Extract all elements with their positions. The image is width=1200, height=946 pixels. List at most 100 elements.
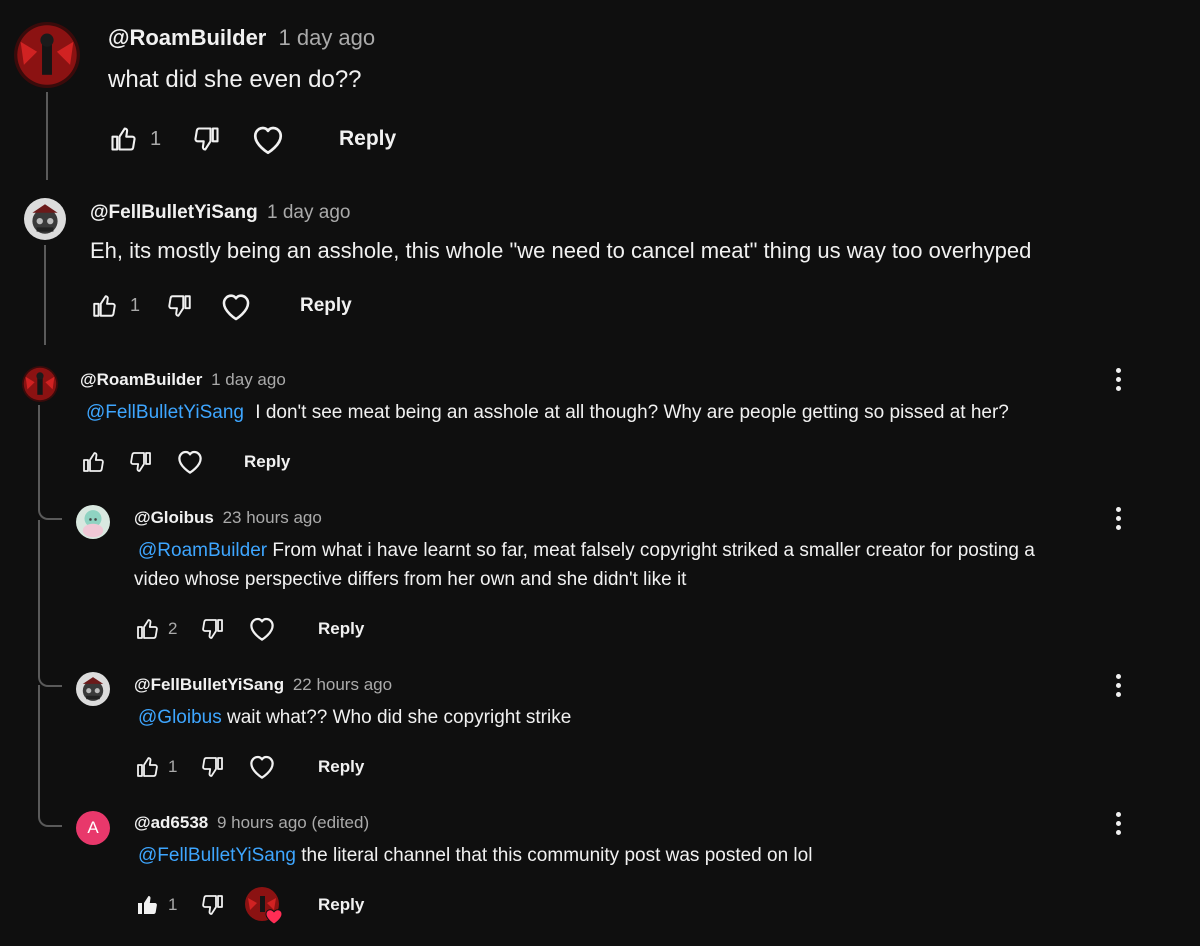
thread-branch-1 — [38, 500, 62, 520]
thumbs-up-icon — [135, 617, 159, 641]
roambuilder-avatar-icon — [14, 22, 80, 88]
gloibus-avatar-icon — [76, 505, 110, 539]
thread-branch-3 — [38, 805, 62, 827]
thumbs-down-icon — [193, 125, 221, 153]
like-count: 1 — [168, 895, 178, 914]
dislike-button[interactable] — [166, 292, 194, 320]
like-count: 2 — [168, 619, 178, 638]
mention-link[interactable]: @FellBulletYiSang — [86, 402, 244, 423]
comment-header: @ad6538 9 hours ago (edited) — [134, 813, 369, 833]
dislike-button[interactable] — [200, 754, 226, 780]
heart-button[interactable] — [174, 446, 206, 478]
thumbs-up-icon — [109, 125, 137, 153]
dislike-button[interactable] — [200, 892, 226, 918]
avatar-letter: A — [87, 818, 99, 837]
heart-button[interactable] — [246, 613, 278, 645]
comment-header: @FellBulletYiSang 1 day ago — [90, 202, 350, 224]
comment-text-line-2: video whose perspective differs from her… — [134, 569, 687, 590]
like-button[interactable] — [80, 449, 106, 475]
creator-heart-avatar-icon — [245, 887, 283, 925]
mention-link[interactable]: @RoamBuilder — [138, 540, 267, 561]
fellbullet-avatar-icon — [76, 672, 110, 706]
thumbs-down-icon — [201, 893, 225, 917]
heart-button[interactable] — [246, 751, 278, 783]
thumbs-up-filled-icon — [135, 893, 159, 917]
heart-button[interactable] — [250, 122, 286, 158]
author-name[interactable]: @ad6538 — [134, 813, 208, 832]
reply-button[interactable]: Reply — [318, 619, 364, 639]
reply-button[interactable]: Reply — [300, 295, 352, 317]
timestamp[interactable]: 22 hours ago — [293, 675, 392, 694]
thread-line-5 — [38, 685, 40, 810]
thread-line-3 — [38, 405, 40, 510]
thread-branch-2 — [38, 665, 62, 687]
author-name[interactable]: @RoamBuilder — [80, 370, 202, 389]
avatar[interactable]: A — [76, 811, 110, 845]
like-button[interactable] — [90, 292, 118, 320]
heart-icon — [250, 122, 286, 158]
timestamp[interactable]: 1 day ago — [279, 25, 376, 50]
comment-text: Eh, its mostly being an asshole, this wh… — [90, 238, 1032, 263]
like-button-active[interactable] — [134, 892, 160, 918]
thread-line-4 — [38, 520, 40, 670]
comment-text: @FellBulletYiSang I don't see meat being… — [86, 402, 1009, 424]
avatar[interactable] — [14, 22, 80, 88]
more-vert-icon[interactable] — [1108, 674, 1128, 697]
more-vert-icon[interactable] — [1108, 812, 1128, 835]
mention-link[interactable]: @FellBulletYiSang — [138, 845, 296, 866]
like-count: 1 — [150, 128, 162, 150]
avatar[interactable] — [24, 198, 66, 240]
avatar[interactable] — [76, 505, 110, 539]
author-name[interactable]: @FellBulletYiSang — [90, 202, 258, 223]
comment-body: From what i have learnt so far, meat fal… — [272, 540, 1035, 561]
reply-button[interactable]: Reply — [339, 127, 396, 151]
like-button[interactable] — [108, 124, 138, 154]
comment-text-line-1: @RoamBuilder From what i have learnt so … — [138, 540, 1035, 562]
thumbs-down-icon — [129, 450, 153, 474]
comment-header: @RoamBuilder 1 day ago — [108, 25, 375, 51]
dislike-button[interactable] — [192, 124, 222, 154]
author-name[interactable]: @Gloibus — [134, 508, 214, 527]
mention-link[interactable]: @Gloibus — [138, 707, 222, 728]
thumbs-up-icon — [91, 293, 117, 319]
timestamp[interactable]: 23 hours ago — [223, 508, 322, 527]
heart-icon — [175, 447, 205, 477]
like-button[interactable] — [134, 616, 160, 642]
comment-text: what did she even do?? — [108, 66, 362, 93]
timestamp[interactable]: 9 hours ago (edited) — [217, 813, 369, 832]
like-button[interactable] — [134, 754, 160, 780]
timestamp[interactable]: 1 day ago — [267, 202, 350, 223]
thumbs-down-icon — [167, 293, 193, 319]
comment-text: @Gloibus wait what?? Who did she copyrig… — [138, 707, 571, 729]
avatar[interactable] — [76, 672, 110, 706]
dislike-button[interactable] — [128, 449, 154, 475]
timestamp[interactable]: 1 day ago — [211, 370, 286, 389]
reply-button[interactable]: Reply — [318, 757, 364, 777]
thumbs-up-icon — [135, 755, 159, 779]
comment-header: @RoamBuilder 1 day ago — [80, 370, 286, 390]
reply-button[interactable]: Reply — [318, 895, 364, 915]
thumbs-down-icon — [201, 755, 225, 779]
heart-icon — [247, 752, 277, 782]
heart-icon — [219, 290, 253, 324]
thumbs-up-icon — [81, 450, 105, 474]
comment-text: @FellBulletYiSang the literal channel th… — [138, 845, 812, 867]
more-vert-icon[interactable] — [1108, 368, 1128, 391]
thread-line-1 — [46, 92, 48, 180]
comment-header: @FellBulletYiSang 22 hours ago — [134, 675, 392, 695]
author-name[interactable]: @FellBulletYiSang — [134, 675, 284, 694]
author-name[interactable]: @RoamBuilder — [108, 25, 266, 50]
reply-button[interactable]: Reply — [244, 452, 290, 472]
more-vert-icon[interactable] — [1108, 507, 1128, 530]
heart-icon — [247, 614, 277, 644]
comment-body: I don't see meat being an asshole at all… — [255, 402, 1009, 423]
comment-header: @Gloibus 23 hours ago — [134, 508, 322, 528]
like-count: 1 — [130, 295, 141, 315]
thumbs-down-icon — [201, 617, 225, 641]
avatar[interactable] — [22, 366, 58, 402]
heart-button[interactable] — [219, 290, 253, 324]
thread-line-2 — [44, 245, 46, 345]
dislike-button[interactable] — [200, 616, 226, 642]
creator-heart-button[interactable] — [244, 886, 284, 926]
comment-body: the literal channel that this community … — [301, 845, 813, 866]
